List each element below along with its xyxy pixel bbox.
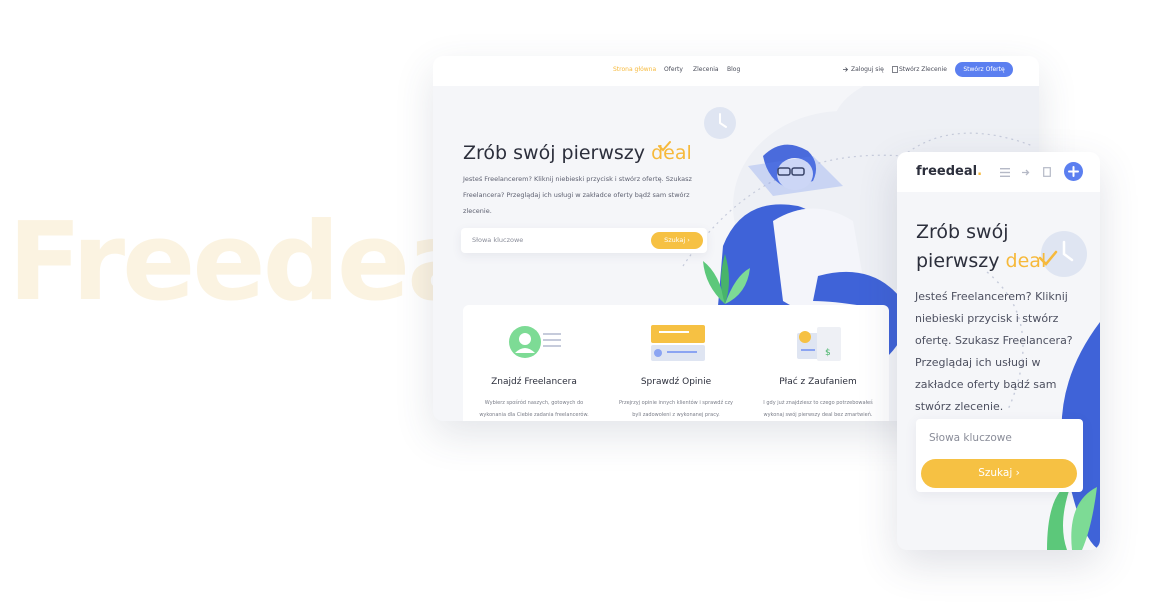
payment-illustration: $ (797, 327, 841, 361)
hero-description: Jesteś Freelancerem? Kliknij niebieski p… (463, 175, 692, 215)
add-button[interactable] (1064, 162, 1083, 181)
find-freelancer-illustration (509, 326, 561, 358)
hero-description: Jesteś Freelancerem? Kliknij niebieski p… (915, 290, 1073, 413)
document-icon[interactable] (1043, 167, 1051, 177)
check-icon (1038, 250, 1058, 266)
search-button[interactable]: Szukaj › (651, 232, 703, 249)
mobile-search-bar: Słowa kluczowe Szukaj › (916, 419, 1083, 492)
feature-card-text: Wybierz spośród naszych, gotowych do wyk… (479, 400, 589, 418)
plant-icon (703, 254, 750, 304)
feature-card: Znajdź Freelancera Wybierz spośród naszy… (463, 305, 605, 421)
feature-card: $ Płać z Zaufaniem I gdy już znajdziesz … (747, 305, 889, 421)
feature-card-text: I gdy już znajdziesz to czego potrzebowa… (763, 400, 873, 418)
feature-card-title: Sprawdź Opinie (640, 377, 712, 387)
check-icon (658, 141, 671, 152)
search-button[interactable]: Szukaj › (921, 459, 1077, 488)
feature-card-title: Płać z Zaufaniem (779, 377, 857, 387)
search-input[interactable]: Słowa kluczowe (929, 432, 1012, 444)
desktop-navbar: Strona główna Oferty Zlecenia Blog Zalog… (433, 56, 1039, 86)
hero-title: Zrób swój pierwszy deal (916, 221, 1047, 272)
nav-home-link[interactable]: Strona główna (613, 66, 656, 73)
svg-text:$: $ (825, 348, 831, 358)
login-link[interactable]: Zaloguj się (851, 66, 884, 73)
menu-icon[interactable] (1000, 168, 1010, 177)
plus-icon (1068, 166, 1079, 177)
search-input[interactable]: Słowa kluczowe (472, 236, 523, 244)
login-icon[interactable] (1021, 168, 1031, 177)
mobile-mockup: freedeal. Zrób swój pierwszy deal Jesteś… (897, 152, 1100, 550)
login-icon (843, 67, 849, 72)
feature-cards: Znajdź Freelancera Wybierz spośród naszy… (463, 305, 889, 421)
nav-blog-link[interactable]: Blog (727, 66, 740, 73)
showcase: Freedeal Strona główna Oferty Zlecenia B… (0, 0, 1150, 610)
feature-card-title: Znajdź Freelancera (491, 377, 577, 387)
feature-card-text: Przejrzyj opinie innych klientów i spraw… (618, 400, 734, 418)
nav-offers-link[interactable]: Oferty (664, 66, 683, 73)
document-icon (892, 66, 898, 73)
logo[interactable]: freedeal. (916, 164, 982, 179)
feature-card: Sprawdź Opinie Przejrzyj opinie innych k… (605, 305, 747, 421)
create-offer-button[interactable]: Stwórz Ofertę (955, 62, 1013, 77)
nav-orders-link[interactable]: Zlecenia (693, 66, 719, 73)
create-order-link[interactable]: Stwórz Zlecenie (899, 66, 947, 73)
reviews-illustration (651, 325, 705, 361)
mobile-navbar: freedeal. (897, 152, 1100, 192)
desktop-search-bar: Słowa kluczowe Szukaj › (461, 228, 707, 253)
